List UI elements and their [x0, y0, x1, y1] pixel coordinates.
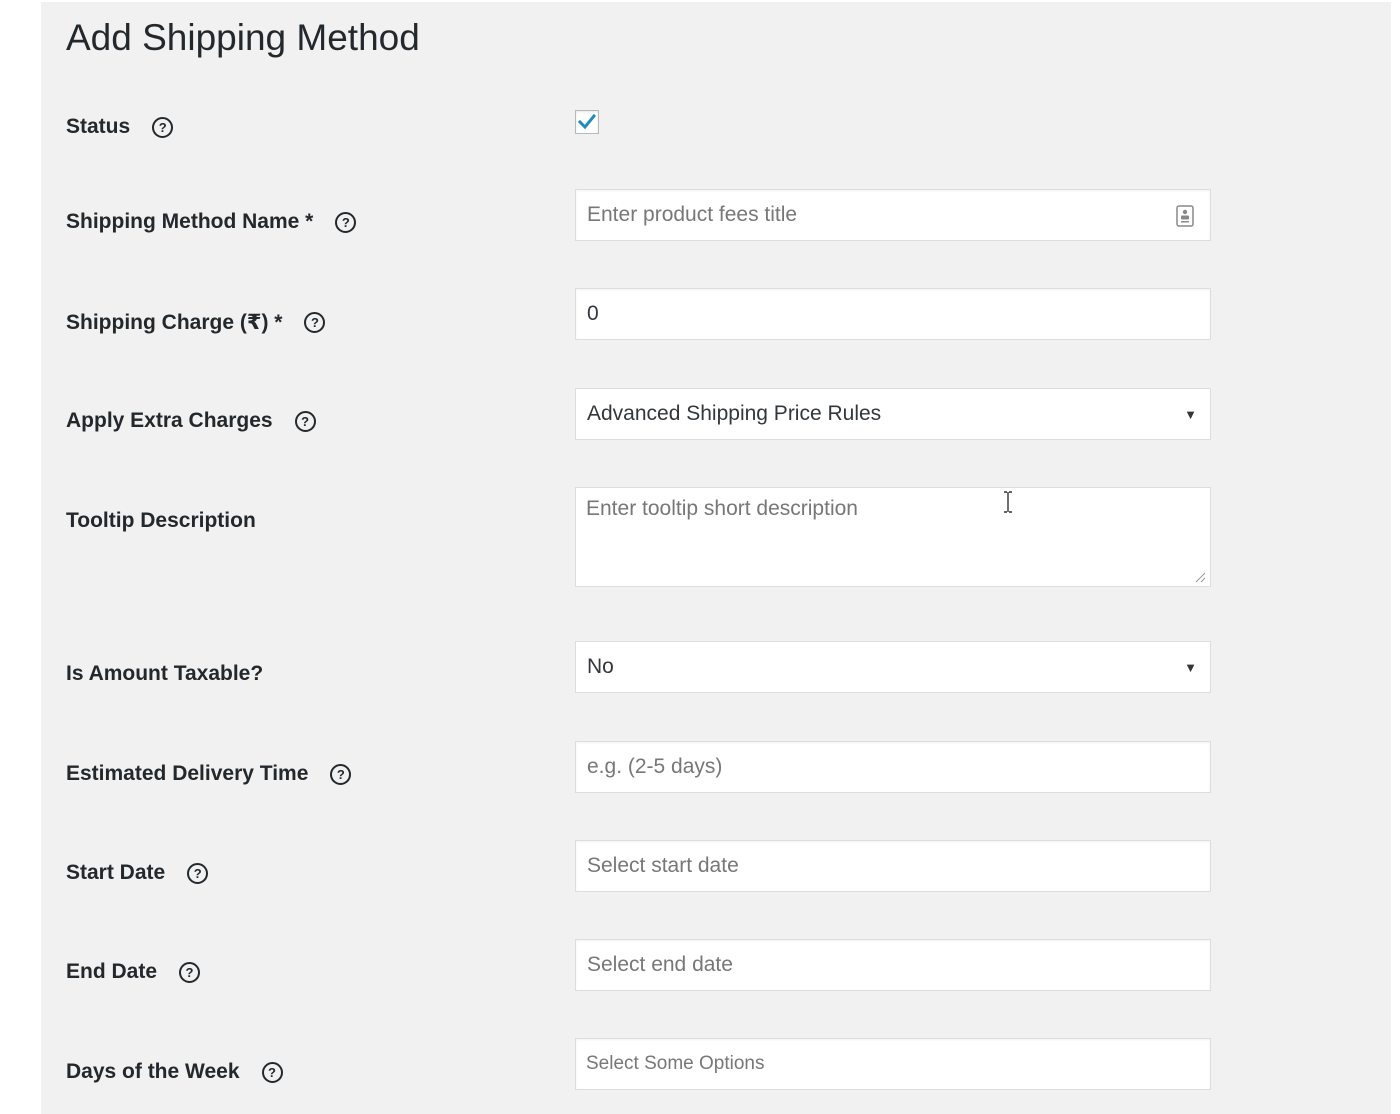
help-icon[interactable]: ? [179, 961, 201, 983]
status-label: Status [66, 115, 131, 138]
taxable-label-row: Is Amount Taxable? [66, 659, 263, 689]
triangle-down-icon: ▼ [1184, 406, 1197, 422]
start-date-label: Start Date [66, 861, 166, 884]
extra-charges-select[interactable]: Advanced Shipping Price Rules ▼ [575, 388, 1211, 440]
taxable-selected: No [587, 655, 614, 678]
checkmark-icon [578, 114, 596, 130]
days-of-week-label-row: Days of the Week ? [66, 1057, 283, 1087]
end-date-input[interactable] [575, 939, 1211, 991]
start-date-input[interactable] [575, 840, 1211, 892]
end-date-label: End Date [66, 960, 158, 983]
extra-charges-selected: Advanced Shipping Price Rules [587, 402, 882, 425]
taxable-label: Is Amount Taxable? [66, 662, 264, 685]
status-checkbox[interactable] [575, 110, 599, 134]
help-icon[interactable]: ? [335, 211, 357, 233]
status-label-row: Status ? [66, 112, 174, 142]
method-name-label-row: Shipping Method Name * ? [66, 207, 357, 237]
help-icon[interactable]: ? [304, 311, 326, 333]
method-name-input[interactable] [575, 189, 1211, 241]
start-date-label-row: Start Date ? [66, 858, 209, 888]
days-of-week-label: Days of the Week [66, 1060, 240, 1083]
text-cursor-icon [1004, 491, 1012, 513]
end-date-label-row: End Date ? [66, 957, 201, 987]
shipping-charge-label-row: Shipping Charge (₹) * ? [66, 307, 326, 337]
days-of-week-multiselect[interactable] [575, 1038, 1211, 1090]
help-icon[interactable]: ? [261, 1061, 283, 1083]
help-icon[interactable]: ? [294, 410, 316, 432]
tooltip-description-textarea[interactable] [575, 487, 1211, 587]
help-icon[interactable]: ? [187, 862, 209, 884]
contact-card-icon[interactable] [1176, 205, 1194, 227]
tooltip-description-label: Tooltip Description [66, 509, 256, 532]
method-name-label: Shipping Method Name * [66, 210, 314, 233]
extra-charges-label: Apply Extra Charges [66, 409, 273, 432]
delivery-time-input[interactable] [575, 741, 1211, 793]
tooltip-description-label-row: Tooltip Description [66, 506, 256, 536]
extra-charges-label-row: Apply Extra Charges ? [66, 406, 316, 436]
shipping-charge-label: Shipping Charge (₹) * [66, 310, 283, 334]
delivery-time-label-row: Estimated Delivery Time ? [66, 759, 352, 789]
page-title: Add Shipping Method [66, 17, 420, 58]
help-icon[interactable]: ? [330, 763, 352, 785]
triangle-down-icon: ▼ [1184, 659, 1197, 675]
help-icon[interactable]: ? [152, 116, 174, 138]
taxable-select[interactable]: No ▼ [575, 641, 1211, 693]
shipping-charge-input[interactable] [575, 288, 1211, 340]
delivery-time-label: Estimated Delivery Time [66, 762, 309, 785]
